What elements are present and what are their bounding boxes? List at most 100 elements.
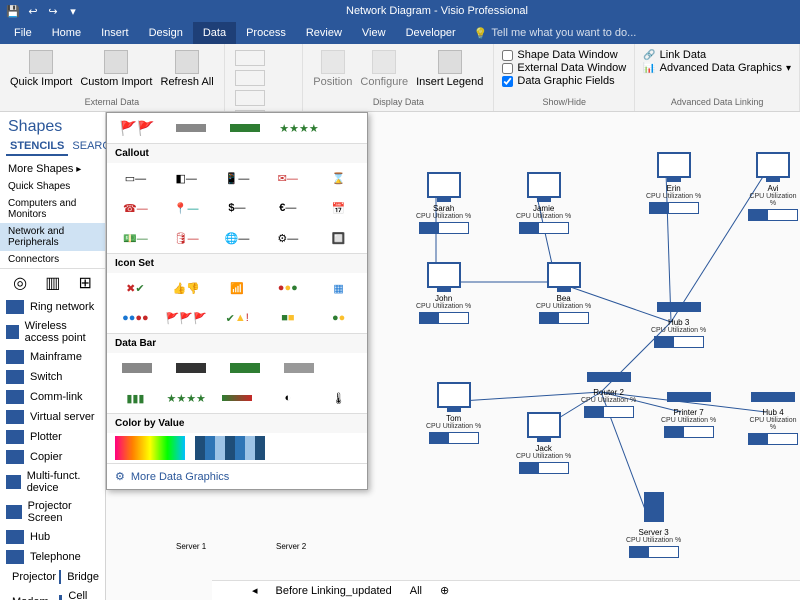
iconset-option[interactable]: ●●● bbox=[267, 277, 308, 299]
graphic-option[interactable] bbox=[169, 117, 213, 139]
iconset-option[interactable]: ■■ bbox=[268, 307, 309, 329]
shape-thumb[interactable]: ▥ bbox=[45, 273, 60, 293]
cat-connectors[interactable]: Connectors bbox=[0, 251, 105, 268]
cat-more-shapes[interactable]: More Shapes ▸ bbox=[0, 160, 105, 178]
shape-thumb[interactable]: ◎ bbox=[13, 273, 27, 293]
tab-process[interactable]: Process bbox=[236, 22, 296, 44]
shape-item[interactable]: Switch bbox=[0, 367, 105, 387]
iconset-option[interactable]: ●● bbox=[318, 307, 359, 329]
shape-item[interactable]: Plotter bbox=[0, 427, 105, 447]
iconset-option[interactable]: ✔▲! bbox=[217, 307, 258, 329]
shape-item[interactable]: Modem bbox=[0, 587, 53, 600]
iconset-option[interactable]: ▦ bbox=[318, 277, 359, 299]
quick-import-button[interactable]: Quick Import bbox=[8, 48, 74, 90]
iconset-option[interactable]: ●●●● bbox=[115, 307, 156, 329]
cat-network-peripherals[interactable]: Network and Peripherals bbox=[0, 223, 105, 251]
graphic-option[interactable]: ★★★★ bbox=[277, 117, 321, 139]
tab-developer[interactable]: Developer bbox=[396, 22, 466, 44]
shape-item[interactable]: Telephone bbox=[0, 547, 105, 567]
shape-data-window-checkbox[interactable]: Shape Data Window bbox=[502, 49, 626, 61]
custom-import-button[interactable]: Custom Import bbox=[78, 48, 154, 90]
tab-file[interactable]: File bbox=[4, 22, 42, 44]
shape-item[interactable]: Hub bbox=[0, 527, 105, 547]
graphic-thumb[interactable] bbox=[235, 70, 265, 86]
callout-option[interactable]: $— bbox=[217, 197, 258, 219]
network-node[interactable]: AviCPU Utilization % bbox=[746, 152, 800, 221]
undo-icon[interactable]: ↩ bbox=[26, 4, 40, 18]
network-node[interactable]: JohnCPU Utilization % bbox=[416, 262, 471, 324]
network-node[interactable]: SarahCPU Utilization % bbox=[416, 172, 471, 234]
graphic-option[interactable] bbox=[223, 117, 267, 139]
shape-item[interactable]: Wireless access point bbox=[0, 317, 105, 347]
tab-design[interactable]: Design bbox=[139, 22, 193, 44]
callout-option[interactable]: ✉— bbox=[267, 167, 308, 189]
shape-item[interactable]: Comm-link bbox=[0, 387, 105, 407]
databar-option[interactable]: ▮▮▮ bbox=[115, 387, 156, 409]
shape-thumb[interactable]: ⊞ bbox=[78, 273, 91, 293]
databar-option[interactable] bbox=[277, 357, 321, 379]
shape-item[interactable]: Cell phone bbox=[53, 587, 106, 600]
iconset-option[interactable]: 🚩🚩🚩 bbox=[166, 307, 207, 329]
advanced-data-graphics-button[interactable]: 📊 Advanced Data Graphics ▾ bbox=[643, 62, 791, 74]
shape-item[interactable]: Projector Screen bbox=[0, 497, 105, 527]
shape-item[interactable]: Bridge bbox=[53, 567, 106, 587]
cat-computers[interactable]: Computers and Monitors bbox=[0, 195, 105, 223]
tab-home[interactable]: Home bbox=[42, 22, 91, 44]
callout-option[interactable]: €— bbox=[267, 197, 308, 219]
add-sheet-icon[interactable]: ⊕ bbox=[440, 584, 449, 597]
tab-view[interactable]: View bbox=[352, 22, 396, 44]
network-node[interactable]: Server 3CPU Utilization % bbox=[626, 492, 681, 558]
network-node[interactable]: JackCPU Utilization % bbox=[516, 412, 571, 474]
callout-option[interactable]: ◧— bbox=[166, 167, 207, 189]
callout-option[interactable]: ⌛ bbox=[318, 167, 359, 189]
network-node[interactable]: TomCPU Utilization % bbox=[426, 382, 481, 444]
network-node[interactable]: JamieCPU Utilization % bbox=[516, 172, 571, 234]
databar-option[interactable] bbox=[169, 357, 213, 379]
sheet-tab[interactable]: Before Linking_updated bbox=[276, 585, 392, 597]
graphic-option[interactable]: 🚩🚩 bbox=[115, 117, 159, 139]
databar-option[interactable] bbox=[223, 357, 267, 379]
stencils-tab[interactable]: STENCILS bbox=[6, 138, 68, 156]
callout-option[interactable]: ▭— bbox=[115, 167, 156, 189]
callout-option[interactable]: ⚙— bbox=[267, 227, 308, 249]
iconset-option[interactable]: ✖✔ bbox=[115, 277, 156, 299]
shape-item[interactable]: Multi-funct. device bbox=[0, 467, 105, 497]
network-node[interactable]: BeaCPU Utilization % bbox=[536, 262, 591, 324]
tab-data[interactable]: Data bbox=[193, 22, 236, 44]
more-data-graphics[interactable]: ⚙More Data Graphics bbox=[107, 463, 367, 489]
graphic-thumb[interactable] bbox=[235, 50, 265, 66]
graphic-thumb[interactable] bbox=[235, 90, 265, 106]
shape-item[interactable]: Virtual server bbox=[0, 407, 105, 427]
shape-item[interactable]: Mainframe bbox=[0, 347, 105, 367]
cat-quick-shapes[interactable]: Quick Shapes bbox=[0, 178, 105, 195]
qat-more-icon[interactable]: ▾ bbox=[66, 4, 80, 18]
callout-option[interactable]: 🌐— bbox=[217, 227, 258, 249]
callout-option[interactable]: 🛢— bbox=[166, 227, 207, 249]
databar-option[interactable]: ★★★★ bbox=[166, 387, 207, 409]
insert-legend-button[interactable]: Insert Legend bbox=[414, 48, 485, 90]
network-node[interactable]: Printer 7CPU Utilization % bbox=[661, 392, 716, 438]
tab-insert[interactable]: Insert bbox=[91, 22, 139, 44]
callout-option[interactable]: 🔲 bbox=[318, 227, 359, 249]
iconset-option[interactable]: 👍👎 bbox=[166, 277, 207, 299]
shape-item[interactable]: Copier bbox=[0, 447, 105, 467]
link-data-button[interactable]: 🔗 Link Data bbox=[643, 49, 791, 61]
network-node[interactable]: Hub 4CPU Utilization % bbox=[746, 392, 800, 445]
tab-review[interactable]: Review bbox=[296, 22, 352, 44]
color-option[interactable] bbox=[195, 437, 265, 459]
network-node[interactable]: Hub 3CPU Utilization % bbox=[651, 302, 706, 348]
color-option[interactable] bbox=[115, 437, 185, 459]
callout-option[interactable]: 📱— bbox=[217, 167, 258, 189]
shape-item[interactable]: Projector bbox=[0, 567, 53, 587]
network-node[interactable]: ErinCPU Utilization % bbox=[646, 152, 701, 214]
databar-option[interactable] bbox=[217, 387, 258, 409]
scroll-left-icon[interactable]: ◂ bbox=[252, 584, 258, 597]
databar-option[interactable]: 🌡 bbox=[318, 387, 359, 409]
tell-me[interactable]: 💡Tell me what you want to do... bbox=[474, 27, 637, 40]
refresh-all-button[interactable]: Refresh All bbox=[159, 48, 216, 90]
callout-option[interactable]: 📍— bbox=[166, 197, 207, 219]
external-data-window-checkbox[interactable]: External Data Window bbox=[502, 62, 626, 74]
databar-option[interactable]: ◐ bbox=[267, 387, 308, 409]
data-graphic-fields-checkbox[interactable]: Data Graphic Fields bbox=[502, 75, 626, 87]
callout-option[interactable]: 📅 bbox=[318, 197, 359, 219]
